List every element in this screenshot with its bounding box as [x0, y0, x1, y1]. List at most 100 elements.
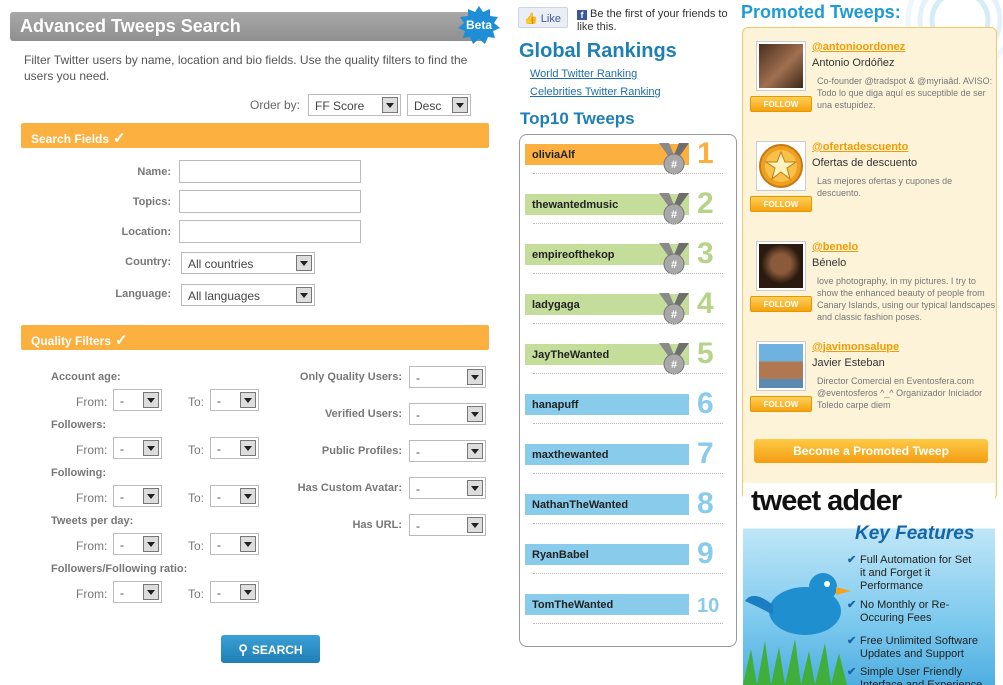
account-age-to-select[interactable]: - [210, 389, 259, 411]
top10-row[interactable]: maxthewanted 7 [525, 435, 730, 475]
medal-icon: # [659, 343, 689, 375]
top10-row[interactable]: thewantedmusic #2 [525, 185, 730, 225]
tweep-name[interactable]: RyanBabel [525, 544, 689, 565]
rank-number: 3 [697, 237, 714, 270]
facebook-like-button[interactable]: 👍 Like [518, 7, 568, 28]
account-age-to-label: To: [188, 395, 205, 409]
avatar[interactable] [756, 141, 806, 191]
top10-row[interactable]: oliviaAlf #1 [525, 135, 730, 175]
follow-button[interactable]: FOLLOW [750, 296, 812, 312]
row-divider [533, 373, 723, 374]
promoted-item: FOLLOW @benelo Bénelo love photography, … [750, 241, 995, 331]
search-button[interactable]: ⚲ SEARCH [221, 635, 320, 663]
tweets-to-select[interactable]: - [210, 533, 259, 555]
order-by-label: Order by: [250, 98, 301, 112]
check-icon: ✔ [847, 599, 857, 611]
custom-avatar-select[interactable]: - [409, 477, 486, 499]
follow-button[interactable]: FOLLOW [750, 96, 812, 112]
promoted-handle[interactable]: @javimonsalupe [812, 341, 899, 353]
tweep-name[interactable]: NathanTheWanted [525, 494, 689, 515]
search-header: Advanced Tweeps Search [10, 12, 484, 41]
name-input[interactable] [179, 160, 361, 183]
avatar[interactable] [756, 41, 806, 91]
language-value: All languages [188, 289, 261, 303]
tweets-from-value: - [120, 538, 124, 552]
promoted-name: Ofertas de descuento [812, 157, 918, 169]
follow-button[interactable]: FOLLOW [750, 196, 812, 212]
promoted-bio: Las mejores ofertas y cupones de descuen… [817, 176, 953, 198]
top10-row[interactable]: JayTheWanted #5 [525, 335, 730, 375]
search-title: Advanced Tweeps Search [20, 16, 241, 36]
tweets-from-select[interactable]: - [113, 533, 162, 555]
become-promoted-button[interactable]: Become a Promoted Tweep [754, 439, 988, 463]
following-to-select[interactable]: - [210, 485, 259, 507]
svg-text:#: # [671, 159, 677, 171]
has-url-select[interactable]: - [409, 514, 486, 536]
medal-icon: # [659, 193, 689, 225]
language-select[interactable]: All languages [181, 284, 315, 306]
rank-number: 10 [697, 595, 720, 617]
intro-text: Filter Twitter users by name, location a… [24, 53, 468, 83]
following-to-label: To: [188, 491, 205, 505]
beta-badge: Beta [458, 6, 500, 46]
tweep-name[interactable]: TomTheWanted [525, 594, 689, 615]
verified-value: - [416, 408, 420, 422]
country-select[interactable]: All countries [181, 252, 315, 274]
top10-row[interactable]: NathanTheWanted 8 [525, 485, 730, 525]
only-quality-value: - [416, 371, 420, 385]
followers-to-select[interactable]: - [210, 437, 259, 459]
promoted-bio: Co-founder @tradspot & @myriaâd. AVISO: … [817, 76, 993, 110]
ratio-from-select[interactable]: - [113, 581, 162, 603]
celebrities-ranking-link[interactable]: Celebrities Twitter Ranking [530, 86, 661, 98]
top10-row[interactable]: empireofthekop #3 [525, 235, 730, 275]
tweep-name[interactable]: hanapuff [525, 394, 689, 415]
follow-button[interactable]: FOLLOW [750, 396, 812, 412]
top10-row[interactable]: hanapuff 6 [525, 385, 730, 425]
order-direction-value: Desc [414, 99, 442, 113]
top10-row[interactable]: ladygaga #4 [525, 285, 730, 325]
ratio-label: Followers/Following ratio: [51, 563, 188, 575]
svg-text:#: # [671, 359, 677, 371]
order-field-select[interactable]: FF Score [308, 94, 401, 116]
ad-feature: ✔ Simple User Friendly Interface and Expe… [847, 666, 983, 685]
avatar[interactable] [756, 241, 806, 291]
custom-avatar-label: Has Custom Avatar: [297, 482, 402, 494]
account-age-to-value: - [217, 394, 221, 408]
following-from-select[interactable]: - [113, 485, 162, 507]
world-ranking-link[interactable]: World Twitter Ranking [530, 68, 637, 80]
row-divider [533, 173, 723, 174]
location-input[interactable] [179, 220, 361, 243]
chevron-down-icon [467, 406, 483, 422]
promoted-bio: Director Comercial en Eventosfera.com @e… [817, 376, 983, 410]
promoted-name: Bénelo [812, 257, 847, 269]
beta-label: Beta [465, 18, 492, 32]
chevron-down-icon [143, 488, 159, 504]
account-age-from-select[interactable]: - [113, 389, 162, 411]
row-divider [533, 273, 723, 274]
avatar[interactable] [756, 341, 806, 391]
like-label: Like [540, 13, 561, 25]
promoted-handle[interactable]: @benelo [812, 241, 858, 253]
check-icon: ✔ [847, 554, 857, 566]
chevron-down-icon [240, 584, 256, 600]
rank-number: 4 [697, 287, 714, 320]
country-value: All countries [188, 257, 254, 271]
chevron-down-icon [452, 97, 468, 113]
public-profiles-select[interactable]: - [409, 440, 486, 462]
ad-heading: Key Features [855, 523, 975, 544]
tweet-adder-ad[interactable]: tweet adder Key Features ✔ Full Automatio… [743, 483, 995, 685]
verified-select[interactable]: - [409, 403, 486, 425]
public-profiles-value: - [416, 445, 420, 459]
promoted-handle[interactable]: @antonioordonez [812, 41, 905, 53]
top10-row[interactable]: RyanBabel 9 [525, 535, 730, 575]
ratio-to-select[interactable]: - [210, 581, 259, 603]
ad-feature: ✔ Full Automation for Set it and Forget i… [847, 554, 972, 592]
top10-row[interactable]: TomTheWanted 10 [525, 585, 730, 625]
tweep-name[interactable]: maxthewanted [525, 444, 689, 465]
topics-input[interactable] [179, 190, 361, 213]
has-url-value: - [416, 519, 420, 533]
followers-from-select[interactable]: - [113, 437, 162, 459]
promoted-handle[interactable]: @ofertadescuento [812, 141, 908, 153]
only-quality-select[interactable]: - [409, 366, 486, 388]
order-direction-select[interactable]: Desc [407, 94, 471, 116]
